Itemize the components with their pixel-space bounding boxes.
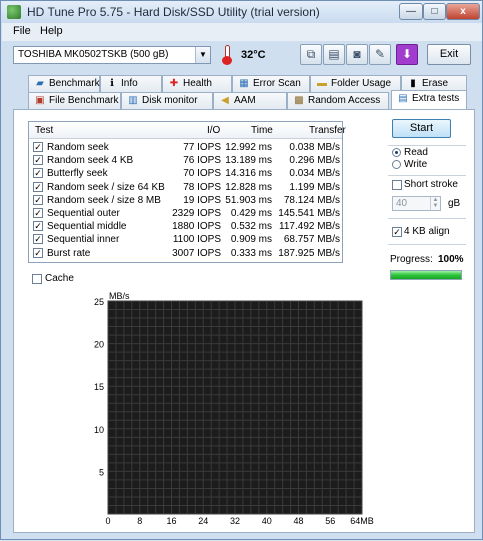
x-tick-label: 64MB [350,516,374,526]
extra-tests-icon: ▤ [398,93,408,104]
tab-extra-tests[interactable]: ▤ Extra tests [391,90,467,109]
x-tick-label: 24 [198,516,208,526]
y-tick-label: 5 [99,467,104,477]
x-tick-label: 0 [105,516,110,526]
app-window: HD Tune Pro 5.75 - Hard Disk/SSD Utility… [0,0,483,540]
transfer-chart: 25 20 15 10 5 0 8 16 24 32 40 48 56 64MB MB/s [94,291,374,526]
x-tick-label: 48 [293,516,303,526]
x-tick-label: 16 [166,516,176,526]
y-tick-label: 25 [94,297,104,307]
y-tick-label: 20 [94,340,104,350]
x-tick-label: 32 [230,516,240,526]
x-tick-label: 8 [137,516,142,526]
y-tick-label: 10 [94,425,104,435]
x-tick-label: 56 [325,516,335,526]
y-tick-label: 15 [94,382,104,392]
y-axis-label: MB/s [109,291,130,301]
x-tick-label: 40 [262,516,272,526]
